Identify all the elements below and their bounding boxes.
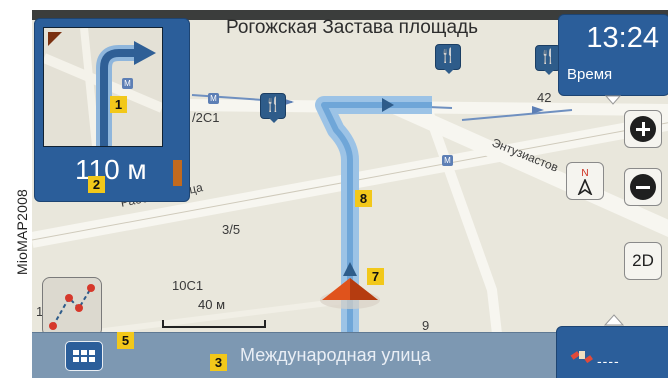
- route-icon: [49, 284, 95, 330]
- callout-badge: 2: [88, 176, 105, 193]
- gps-status-text: ----: [597, 353, 620, 369]
- callout-badge: 7: [367, 268, 384, 285]
- current-time: 13:24: [586, 22, 659, 54]
- zoom-out-button[interactable]: [624, 168, 662, 206]
- callout-badge: 3: [210, 354, 227, 371]
- bottom-bar: Международная улица: [32, 332, 558, 378]
- route-overview-button[interactable]: [42, 277, 102, 337]
- navigation-screen: Рогожская Застава площадь 🍴 🍴 🍴 M M M /2…: [32, 10, 668, 378]
- compass-north-label: N: [581, 167, 589, 179]
- turn-preview-map: [42, 27, 164, 147]
- compass-button[interactable]: N: [566, 162, 604, 200]
- metro-icon: M: [122, 78, 133, 89]
- current-street-title: Рогожская Застава площадь: [225, 17, 478, 38]
- map-label: 10С1: [172, 278, 204, 293]
- map-label: 9: [422, 318, 430, 333]
- gps-status-panel[interactable]: ----: [556, 326, 668, 378]
- plus-icon: [630, 116, 656, 142]
- time-label: Время: [567, 66, 613, 83]
- restaurant-icon[interactable]: 🍴: [260, 93, 286, 119]
- side-credit: MioMAP2008: [0, 120, 30, 290]
- turn-arrow-icon: [42, 27, 164, 147]
- next-street-name: Международная улица: [240, 345, 431, 365]
- panel-expand-icon[interactable]: [604, 314, 624, 326]
- minus-icon: [630, 174, 656, 200]
- credit-text: MioMAP2008: [14, 188, 30, 275]
- clock-collapse-icon[interactable]: [605, 95, 621, 105]
- turn-distance: 110 м: [75, 154, 147, 185]
- menu-button[interactable]: [65, 341, 103, 371]
- callout-badge: 1: [110, 96, 127, 113]
- scale-label: 40 м: [198, 297, 226, 312]
- view-mode-2d-button[interactable]: 2D: [624, 242, 662, 280]
- zoom-in-button[interactable]: [624, 110, 662, 148]
- map-label: /2С1: [192, 110, 220, 125]
- compass-icon: [577, 178, 593, 195]
- metro-icon: M: [442, 155, 453, 166]
- callout-badge: 5: [117, 332, 134, 349]
- clock-panel[interactable]: 13:24 Время: [558, 14, 668, 96]
- grid-menu-icon: [73, 350, 95, 362]
- map-label: 3/5: [222, 222, 241, 237]
- distance-bar: [173, 160, 182, 186]
- satellite-icon: [570, 351, 593, 364]
- scale-bar: [162, 320, 266, 328]
- metro-icon: M: [208, 93, 219, 104]
- map-label: 42: [537, 90, 552, 105]
- restaurant-icon[interactable]: 🍴: [435, 44, 461, 70]
- callout-badge: 8: [355, 190, 372, 207]
